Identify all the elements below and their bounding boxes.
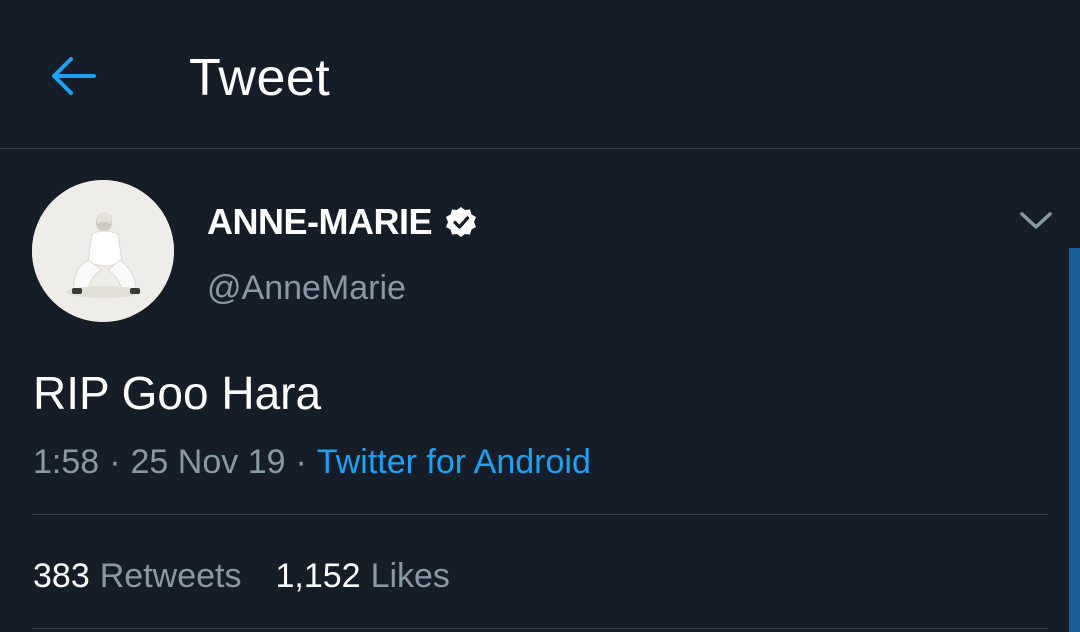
scrollbar-thumb[interactable] <box>1069 248 1080 632</box>
likes-count: 1,152 <box>275 557 361 595</box>
tweet-detail-screen: Tweet ANNE-MARIE @AnneMarie RIP Goo Hara <box>0 0 1080 632</box>
chevron-down-icon <box>1020 212 1052 229</box>
tweet-options-button[interactable] <box>1014 200 1058 240</box>
tweet-text: RIP Goo Hara <box>33 367 322 419</box>
tweet-stats: 383 Retweets 1,152 Likes <box>33 554 450 598</box>
divider <box>32 514 1048 515</box>
verified-badge-icon <box>446 207 476 237</box>
retweets-stat[interactable]: 383 Retweets <box>33 554 241 598</box>
author-name: ANNE-MARIE <box>207 201 433 242</box>
author-handle[interactable]: @AnneMarie <box>207 266 406 310</box>
separator: · <box>109 443 121 481</box>
avatar[interactable] <box>32 180 174 322</box>
page-title: Tweet <box>189 49 331 107</box>
separator: · <box>295 443 307 481</box>
avatar-photo <box>32 180 174 322</box>
likes-label: Likes <box>370 557 450 595</box>
tweet-metadata: 1:58 · 25 Nov 19 · Twitter for Android <box>33 440 591 484</box>
divider <box>32 628 1048 629</box>
top-app-bar: Tweet <box>0 0 1080 149</box>
author-name-row[interactable]: ANNE-MARIE <box>207 198 478 246</box>
retweets-count: 383 <box>33 557 90 595</box>
tweet-source-link[interactable]: Twitter for Android <box>317 443 591 481</box>
tweet-time: 1:58 <box>33 443 100 481</box>
back-arrow-icon <box>52 57 96 95</box>
back-button[interactable] <box>44 48 104 104</box>
retweets-label: Retweets <box>99 557 242 595</box>
tweet-date: 25 Nov 19 <box>130 443 286 481</box>
likes-stat[interactable]: 1,152 Likes <box>275 554 449 598</box>
